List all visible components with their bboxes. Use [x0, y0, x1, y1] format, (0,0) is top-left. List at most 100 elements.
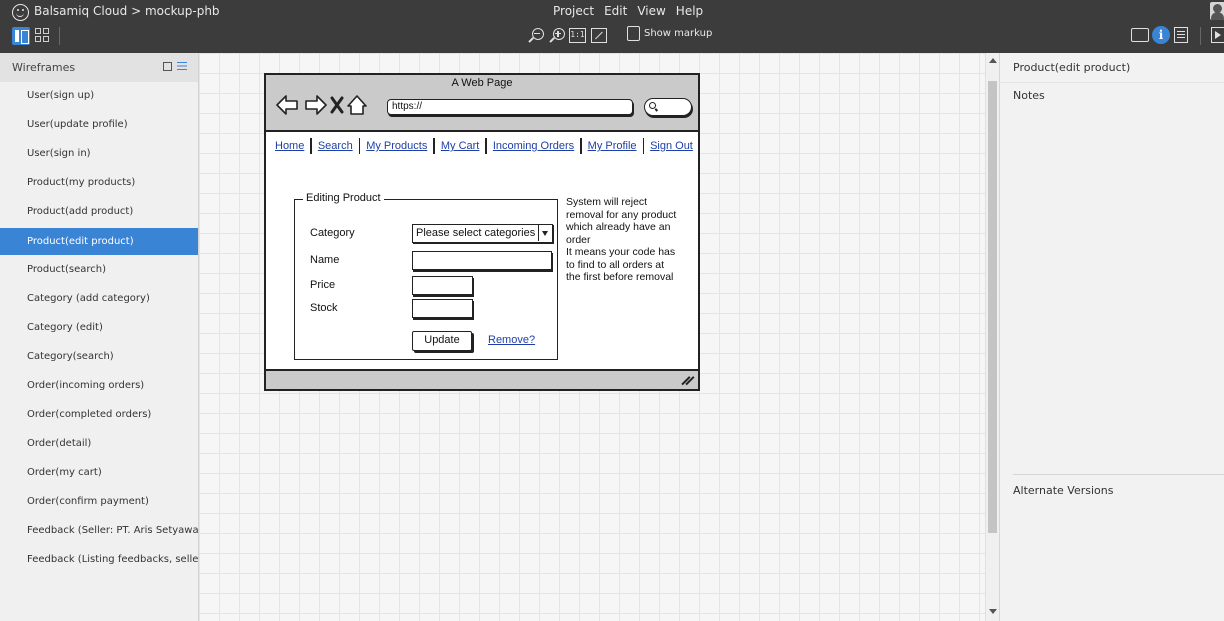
- app-breadcrumb-title[interactable]: Balsamiq Cloud > mockup-phb: [34, 4, 220, 18]
- menu-view[interactable]: View: [637, 4, 665, 18]
- price-label: Price: [310, 279, 336, 291]
- toolbar-divider: [1200, 27, 1201, 45]
- show-markup-label: Show markup: [644, 28, 713, 39]
- panel-wireframe-title: Product(edit product): [1013, 61, 1131, 74]
- resize-grip-icon[interactable]: [682, 376, 694, 386]
- sidebar-wireframe-item[interactable]: Product(edit product): [0, 228, 198, 255]
- markup-icon: [627, 26, 640, 41]
- notes-label[interactable]: Notes: [1013, 89, 1045, 102]
- note-line: It means your code has: [566, 246, 676, 258]
- thumbnail-view-icon[interactable]: [163, 62, 172, 71]
- balsamiq-logo-icon[interactable]: [12, 4, 29, 21]
- sidebar-header: Wireframes: [0, 53, 198, 82]
- nav-link-home[interactable]: Home: [275, 140, 304, 152]
- name-label: Name: [310, 254, 340, 266]
- user-avatar[interactable]: [1210, 2, 1224, 20]
- note-line: System will reject: [566, 196, 648, 208]
- panel-divider: [1013, 474, 1224, 475]
- panel-divider: [1000, 82, 1224, 83]
- price-field[interactable]: [412, 276, 473, 295]
- mock-browser-titlebar: A Web Page https://: [266, 75, 698, 132]
- menu-edit[interactable]: Edit: [604, 4, 627, 18]
- search-icon: [649, 102, 656, 109]
- sidebar-wireframe-item[interactable]: Order(incoming orders): [0, 372, 198, 401]
- nav-link-incoming-orders[interactable]: Incoming Orders: [493, 140, 574, 152]
- sidebar-wireframe-item[interactable]: Product(add product): [0, 198, 198, 227]
- zoom-in-icon[interactable]: [548, 27, 566, 45]
- sidebar-wireframe-item[interactable]: Order(completed orders): [0, 401, 198, 430]
- system-note: System will reject removal for any produ…: [566, 196, 686, 284]
- scroll-thumb[interactable]: [988, 81, 997, 533]
- menu-project[interactable]: Project: [553, 4, 594, 18]
- alternate-versions-label[interactable]: Alternate Versions: [1013, 484, 1113, 497]
- toolbar-divider: [59, 27, 60, 45]
- scroll-down-arrow-icon[interactable]: [989, 609, 997, 614]
- nav-link-my-products[interactable]: My Products: [366, 140, 427, 152]
- link-separator: [358, 138, 361, 154]
- sidebar-wireframe-item[interactable]: Feedback (Seller: PT. Aris Setyawa...: [0, 517, 198, 546]
- actual-size-button[interactable]: 1:1: [569, 28, 586, 43]
- single-view-icon[interactable]: [12, 27, 30, 45]
- link-separator: [433, 138, 435, 154]
- mock-status-bar: [266, 369, 698, 389]
- canvas-scrollbar[interactable]: [985, 53, 999, 621]
- mock-search-field[interactable]: [644, 98, 692, 116]
- sidebar-wireframe-item[interactable]: User(sign up): [0, 82, 198, 111]
- editing-product-fieldset: Editing Product Category Please select c…: [294, 192, 558, 360]
- nav-link-search[interactable]: Search: [318, 140, 353, 152]
- stop-x-icon: [330, 96, 344, 114]
- forward-arrow-icon: [305, 95, 327, 115]
- fit-to-screen-icon[interactable]: [591, 28, 607, 43]
- notes-panel-icon[interactable]: [1174, 27, 1188, 43]
- scroll-up-arrow-icon[interactable]: [989, 58, 997, 63]
- sidebar-title: Wireframes: [12, 61, 76, 74]
- back-arrow-icon: [276, 95, 298, 115]
- name-field[interactable]: [412, 251, 552, 270]
- stock-label: Stock: [310, 302, 338, 314]
- show-markup-button[interactable]: Show markup: [627, 26, 712, 41]
- sidebar-wireframe-item[interactable]: Order(confirm payment): [0, 488, 198, 517]
- update-button[interactable]: Update: [412, 331, 472, 351]
- nav-link-my-profile[interactable]: My Profile: [588, 140, 637, 152]
- mock-nav-links: Home Search My Products My Cart Incoming…: [275, 138, 693, 154]
- top-toolbar: Balsamiq Cloud > mockup-phb Project Edit…: [0, 0, 1224, 53]
- wireframe-list: User(sign up) User(update profile) User(si…: [0, 82, 198, 575]
- note-line: to find to all orders at: [566, 258, 665, 271]
- remove-link[interactable]: Remove?: [488, 334, 535, 346]
- zoom-out-icon[interactable]: [527, 27, 545, 45]
- sidebar-wireframe-item[interactable]: Product(my products): [0, 169, 198, 198]
- sidebar-wireframe-item[interactable]: Order(detail): [0, 430, 198, 459]
- sidebar-wireframe-item[interactable]: Product(search): [0, 256, 198, 285]
- link-separator: [580, 138, 582, 154]
- category-select[interactable]: Please select categories: [412, 224, 553, 243]
- menu-help[interactable]: Help: [676, 4, 703, 18]
- sidebar-wireframe-item[interactable]: User(sign in): [0, 140, 198, 169]
- nav-link-my-cart[interactable]: My Cart: [441, 140, 480, 152]
- present-icon[interactable]: [1211, 27, 1224, 43]
- note-line: removal for any product: [566, 208, 677, 221]
- sidebar-wireframe-item[interactable]: Category(search): [0, 343, 198, 372]
- menu-bar: Project Edit View Help: [553, 4, 703, 18]
- properties-panel: Product(edit product) Notes Alternate Ve…: [999, 53, 1224, 621]
- list-view-icon[interactable]: [177, 62, 187, 71]
- nav-link-sign-out[interactable]: Sign Out: [650, 140, 693, 152]
- info-icon[interactable]: i: [1152, 26, 1170, 44]
- grid-view-icon[interactable]: [34, 27, 52, 45]
- mock-url-field[interactable]: https://: [387, 99, 633, 115]
- stock-field[interactable]: [412, 299, 473, 318]
- sidebar-wireframe-item[interactable]: User(update profile): [0, 111, 198, 140]
- sidebar-wireframe-item[interactable]: Feedback (Listing feedbacks, selle...: [0, 546, 198, 575]
- mock-window-title: A Web Page: [451, 77, 513, 89]
- sidebar-wireframe-item[interactable]: Category (edit): [0, 314, 198, 343]
- sidebar-wireframe-item[interactable]: Order(my cart): [0, 459, 198, 488]
- note-line: the first before removal: [566, 271, 674, 283]
- category-label: Category: [310, 227, 355, 239]
- sidebar-wireframe-item[interactable]: Category (add category): [0, 285, 198, 314]
- comments-icon[interactable]: [1131, 28, 1149, 42]
- browser-window-mockup[interactable]: A Web Page https:// Home Search My Produ…: [264, 73, 700, 391]
- note-line: which already have an: [566, 221, 671, 233]
- wireframes-sidebar: Wireframes User(sign up) User(update prof…: [0, 53, 199, 621]
- home-icon: [347, 95, 367, 115]
- chevron-down-icon[interactable]: [538, 225, 552, 241]
- category-select-value: Please select categories: [416, 227, 536, 239]
